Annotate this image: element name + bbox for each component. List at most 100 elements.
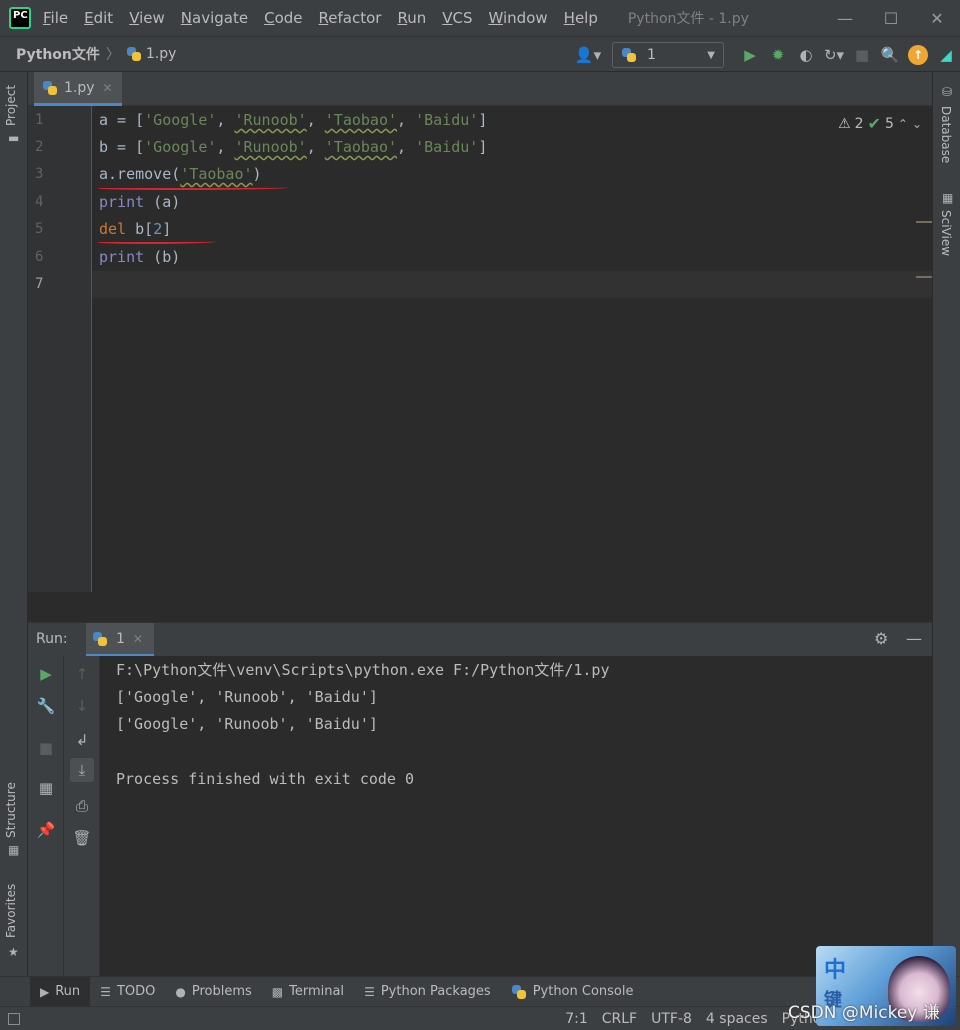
file-encoding[interactable]: UTF-8 bbox=[651, 1011, 692, 1027]
python-icon bbox=[511, 984, 527, 1000]
tool-windows-icon[interactable] bbox=[8, 1012, 20, 1025]
menu-run[interactable]: Run bbox=[397, 9, 426, 27]
close-icon[interactable]: ✕ bbox=[914, 0, 960, 36]
right-tool-strip: ⛁ Database ▦ SciView bbox=[932, 72, 960, 976]
tab-close-icon[interactable]: ✕ bbox=[103, 81, 113, 95]
search-icon[interactable]: 🔍 bbox=[876, 41, 904, 69]
run-config-select[interactable]: 1 ▼ bbox=[612, 42, 724, 68]
coverage-icon[interactable]: ◐ bbox=[792, 41, 820, 69]
todo-tool-button[interactable]: ☰ TODO bbox=[90, 977, 165, 1007]
indent-setting[interactable]: 4 spaces bbox=[706, 1011, 768, 1027]
problems-tool-button[interactable]: ● Problems bbox=[165, 977, 261, 1007]
line-number: 1 bbox=[35, 112, 44, 128]
structure-tool-button[interactable]: Structure bbox=[4, 782, 18, 838]
arrow-down-icon[interactable]: ↓ bbox=[72, 696, 92, 716]
maximize-icon[interactable]: ☐ bbox=[868, 0, 914, 36]
run-tab[interactable]: 1 ✕ bbox=[86, 623, 154, 657]
terminal-tool-button[interactable]: ▩ Terminal bbox=[262, 977, 354, 1007]
favorites-tool-button[interactable]: Favorites bbox=[4, 884, 18, 938]
database-icon: ⛁ bbox=[942, 85, 953, 99]
warning-icon: ⚠ bbox=[838, 115, 851, 132]
menu-code[interactable]: Code bbox=[264, 9, 302, 27]
line-number: 3 bbox=[35, 166, 44, 182]
menu-window[interactable]: Window bbox=[488, 9, 547, 27]
structure-icon: ▦ bbox=[8, 843, 20, 857]
console-line: F:\Python文件\venv\Scripts\python.exe F:/P… bbox=[116, 661, 610, 679]
python-packages-tool-button[interactable]: ☰ Python Packages bbox=[354, 977, 501, 1007]
layers-icon: ☰ bbox=[364, 984, 375, 999]
arrow-up-icon[interactable]: ↑ bbox=[72, 664, 92, 684]
breadcrumb-file[interactable]: 1.py bbox=[146, 46, 177, 62]
settings-gear-icon[interactable]: ⚙ bbox=[874, 629, 888, 648]
debug-icon[interactable]: ✹ bbox=[764, 41, 792, 69]
current-line-highlight bbox=[92, 271, 932, 298]
caret-position[interactable]: 7:1 bbox=[565, 1011, 588, 1027]
python-console-tool-button[interactable]: Python Console bbox=[501, 977, 644, 1007]
folder-icon: ▬ bbox=[8, 131, 20, 145]
profile-icon[interactable]: ↻▾ bbox=[820, 41, 848, 69]
python-icon bbox=[92, 631, 108, 647]
soft-wrap-icon[interactable]: ↲ bbox=[72, 730, 92, 750]
line-separator[interactable]: CRLF bbox=[602, 1011, 637, 1027]
stop-icon[interactable]: ■ bbox=[36, 738, 56, 758]
line-number: 6 bbox=[35, 249, 44, 265]
line-number: 5 bbox=[35, 221, 44, 237]
user-icon[interactable]: 👤▾ bbox=[574, 41, 602, 69]
console-line: ['Google', 'Runoob', 'Baidu'] bbox=[116, 715, 378, 733]
run-tool-button[interactable]: ▶ Run bbox=[30, 976, 91, 1007]
scrollbar-marker[interactable] bbox=[916, 221, 932, 223]
dropdown-arrow-icon: ▼ bbox=[707, 49, 715, 61]
menu-view[interactable]: View bbox=[129, 9, 165, 27]
tab-close-icon[interactable]: ✕ bbox=[133, 632, 143, 646]
menu-navigate[interactable]: Navigate bbox=[181, 9, 248, 27]
code-line: print (b) bbox=[99, 248, 181, 266]
rerun-icon[interactable]: ▶ bbox=[36, 664, 56, 684]
pin-icon[interactable]: 📌 bbox=[36, 820, 56, 840]
run-toolbar-primary: ▶ 🔧 ■ ▦ 📌 bbox=[28, 656, 64, 976]
terminal-icon: ▩ bbox=[271, 984, 284, 999]
menu-vcs[interactable]: VCS bbox=[442, 9, 472, 27]
code-editor[interactable]: 1 2 3 4 5 6 7 a = ['Google', 'Runoob', '… bbox=[28, 106, 932, 592]
breadcrumb-project[interactable]: Python文件 bbox=[16, 44, 100, 64]
inspection-widget[interactable]: ⚠ 2 ✔ 5 ⌃ ⌄ bbox=[834, 114, 922, 133]
chevron-down-icon[interactable]: ⌄ bbox=[912, 117, 922, 131]
nav-toolbar: 👤▾ 1 ▼ ▶ ✹ ◐ ↻▾ ■ 🔍 ↑ ◢ bbox=[574, 37, 960, 73]
menu-file[interactable]: File bbox=[43, 9, 68, 27]
minimize-icon[interactable]: — bbox=[822, 0, 868, 36]
scroll-to-end-icon[interactable]: ⤓ bbox=[70, 758, 94, 782]
layout-icon[interactable]: ▦ bbox=[36, 778, 56, 798]
run-icon[interactable]: ▶ bbox=[736, 41, 764, 69]
run-console[interactable]: F:\Python文件\venv\Scripts\python.exe F:/P… bbox=[100, 656, 932, 976]
chevron-right-icon: 〉 bbox=[105, 47, 120, 63]
list-icon: ☰ bbox=[100, 984, 111, 999]
chevron-up-icon[interactable]: ⌃ bbox=[898, 117, 908, 131]
jetbrains-toolbox-icon[interactable]: ◢ bbox=[932, 41, 960, 69]
stop-icon[interactable]: ■ bbox=[848, 41, 876, 69]
editor-tab-bar: 1.py ✕ bbox=[28, 72, 932, 106]
pycharm-logo-icon[interactable]: PC bbox=[9, 7, 31, 29]
project-tool-button[interactable]: Project bbox=[4, 85, 18, 126]
checkmark-icon: ✔ bbox=[867, 114, 881, 133]
python-icon bbox=[621, 47, 637, 63]
menu-refactor[interactable]: Refactor bbox=[319, 9, 382, 27]
editor-tab-1py[interactable]: 1.py ✕ bbox=[34, 72, 122, 106]
sciview-icon: ▦ bbox=[942, 191, 954, 205]
console-line: ['Google', 'Runoob', 'Baidu'] bbox=[116, 688, 378, 706]
code-line: a = ['Google', 'Runoob', 'Taobao', 'Baid… bbox=[99, 111, 488, 129]
menu-edit[interactable]: Edit bbox=[84, 9, 113, 27]
hide-icon[interactable]: — bbox=[906, 629, 922, 648]
console-line: Process finished with exit code 0 bbox=[116, 770, 415, 788]
print-icon[interactable]: ⎙ bbox=[72, 796, 92, 816]
python-file-icon bbox=[126, 46, 142, 62]
run-toolbar-secondary: ↑ ↓ ↲ ⤓ ⎙ 🗑 bbox=[64, 656, 100, 976]
database-tool-button[interactable]: Database bbox=[939, 106, 953, 163]
update-icon[interactable]: ↑ bbox=[904, 41, 932, 69]
watermark-text: CSDN @Mickey 谦 bbox=[788, 1003, 940, 1023]
menu-help[interactable]: Help bbox=[564, 9, 598, 27]
run-config-label: 1 bbox=[647, 47, 656, 63]
wrench-icon[interactable]: 🔧 bbox=[36, 696, 56, 716]
sciview-tool-button[interactable]: SciView bbox=[939, 210, 953, 256]
scrollbar-marker[interactable] bbox=[916, 276, 932, 278]
play-icon: ▶ bbox=[40, 984, 50, 999]
trash-icon[interactable]: 🗑 bbox=[72, 828, 92, 848]
